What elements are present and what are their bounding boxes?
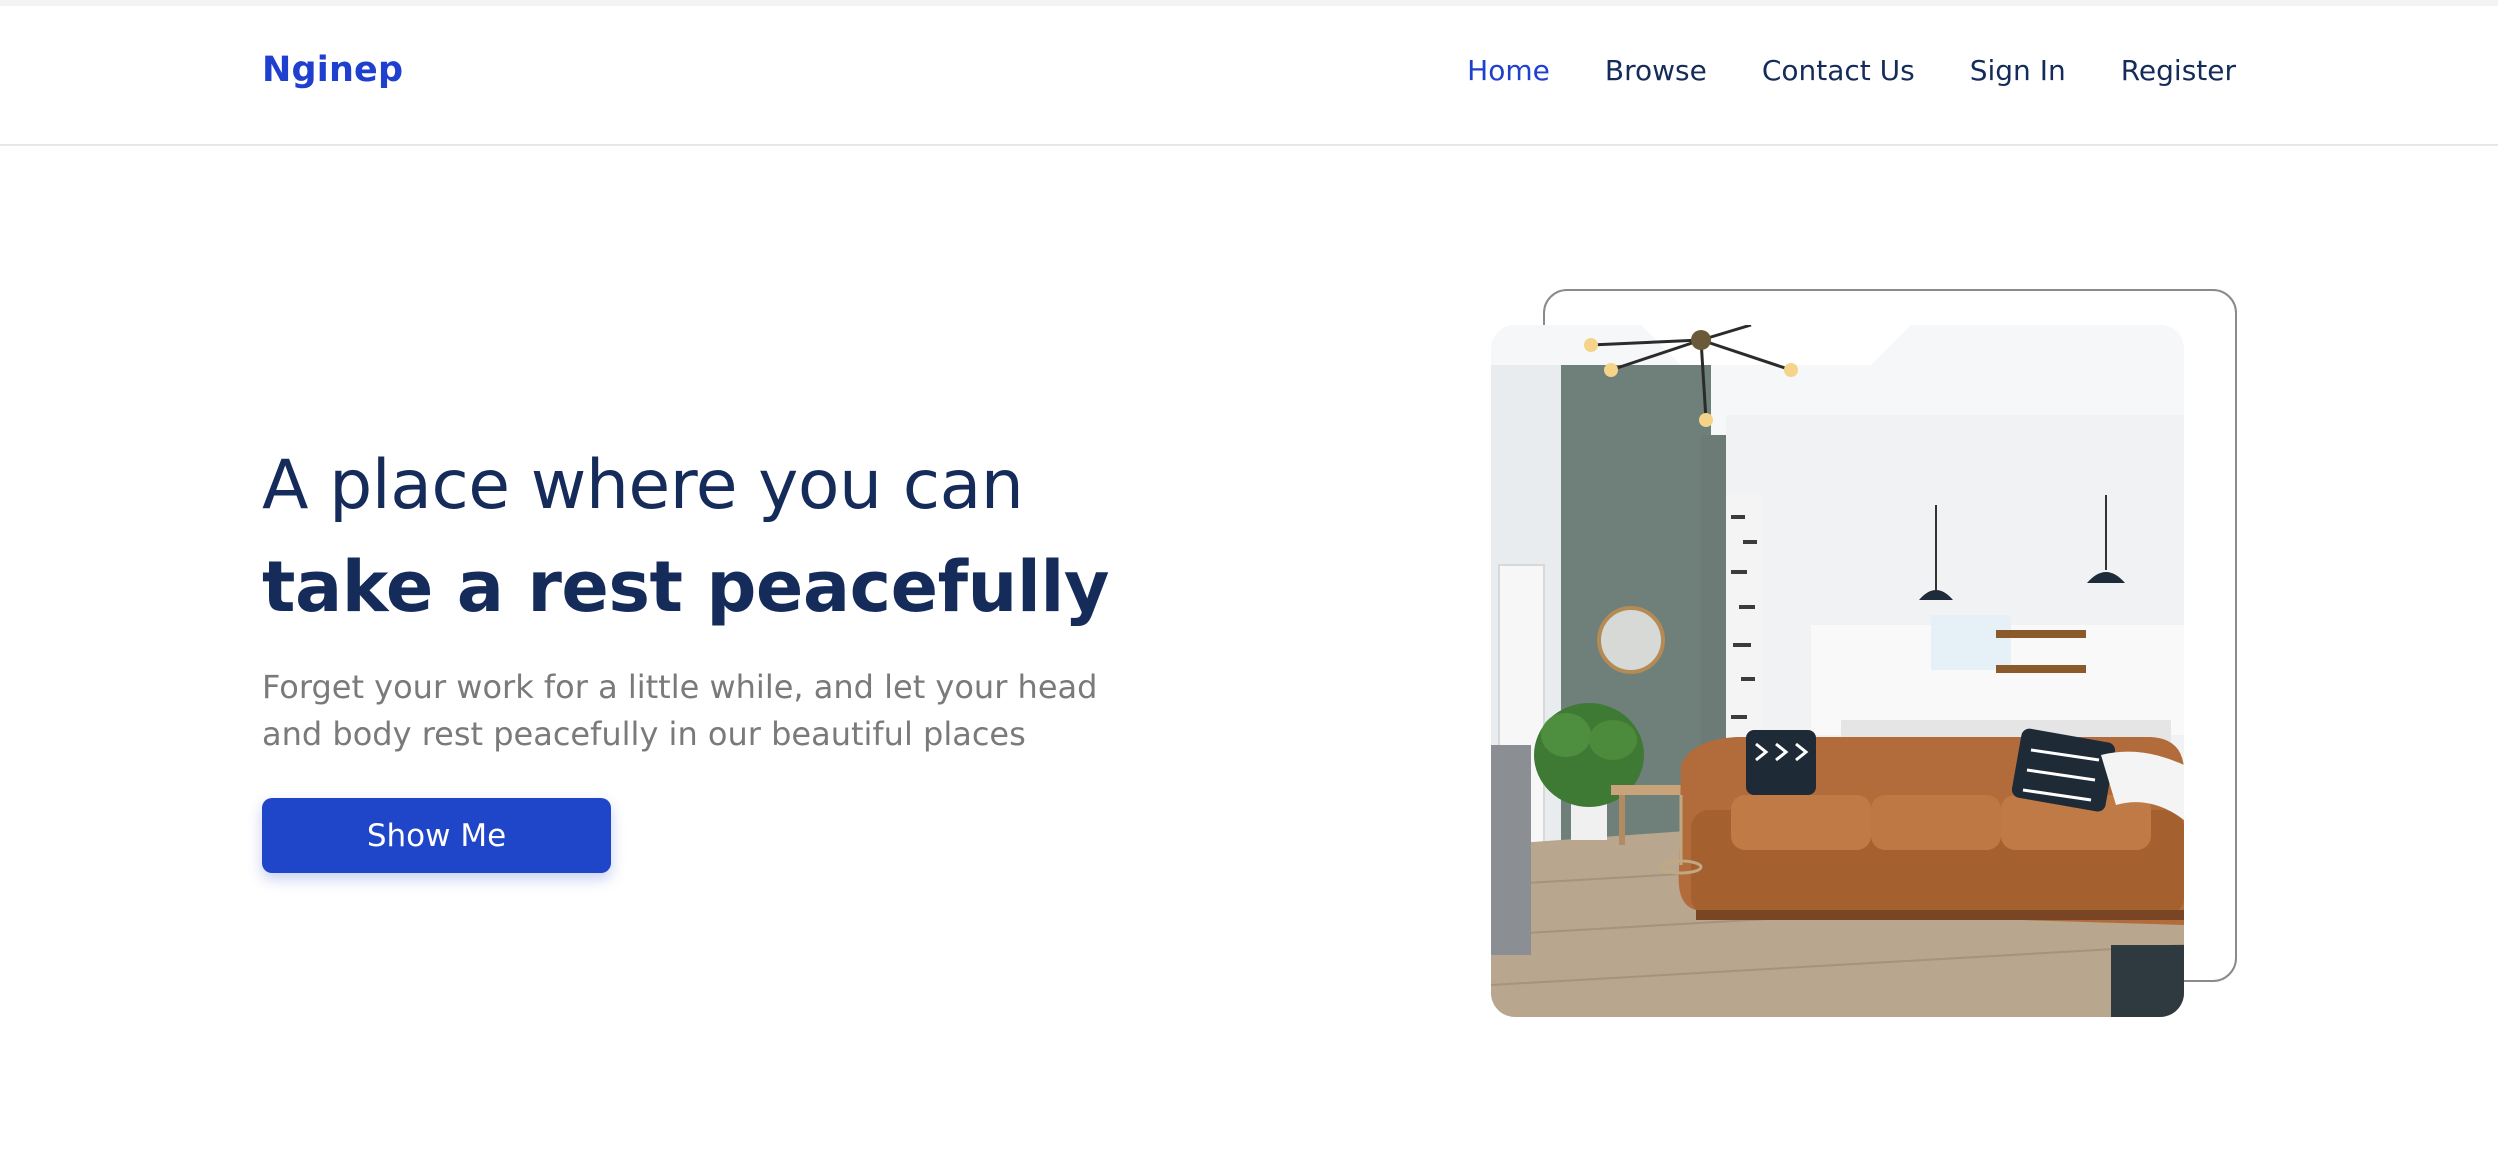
hero-subtitle: Forget your work for a little while, and… — [262, 668, 1098, 753]
top-navbar: Nginep Home Browse Contact Us Sign In Re… — [0, 6, 2498, 146]
hero-title-line-2: take a rest peacefully — [262, 546, 1110, 628]
main-nav: Home Browse Contact Us Sign In Register — [1467, 54, 2236, 87]
nav-sign-in-link[interactable]: Sign In — [1970, 54, 2066, 87]
landing-page: Nginep Home Browse Contact Us Sign In Re… — [0, 0, 2498, 1150]
nav-register-link[interactable]: Register — [2121, 54, 2236, 87]
brand-logo[interactable]: Nginep — [262, 50, 403, 90]
show-me-button[interactable]: Show Me — [262, 798, 611, 873]
living-room-photo — [1491, 325, 2184, 1017]
nav-browse-link[interactable]: Browse — [1605, 54, 1707, 87]
hero-title-line-1: A place where you can — [262, 446, 1024, 525]
nav-contact-us-link[interactable]: Contact Us — [1762, 54, 1915, 87]
nav-home-link[interactable]: Home — [1467, 54, 1550, 87]
